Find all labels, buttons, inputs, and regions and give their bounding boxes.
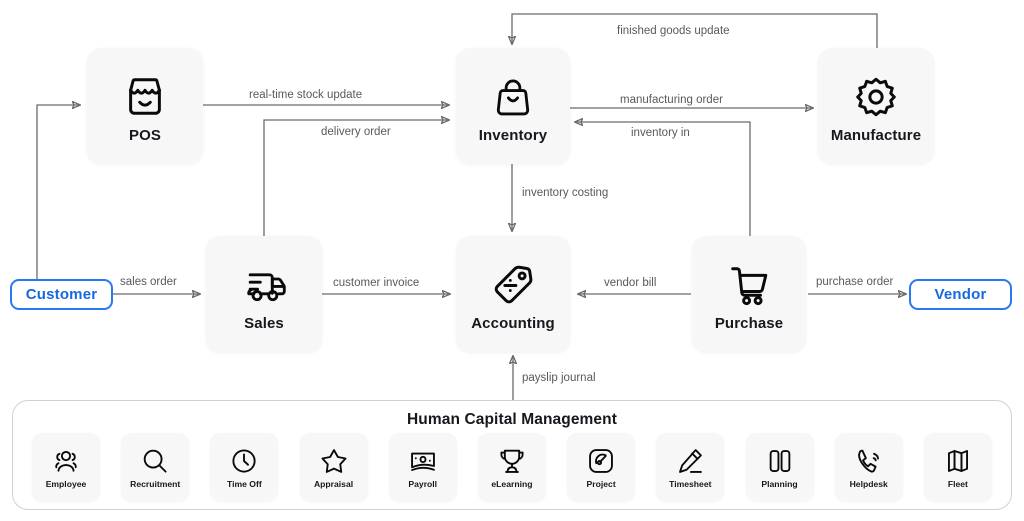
delivery-truck-icon <box>240 258 288 312</box>
edge-label-real-time-stock-update: real-time stock update <box>249 89 363 101</box>
hcm-tile-label-elearning: eLearning <box>491 479 533 490</box>
module-card-accounting[interactable]: Accounting <box>456 236 570 352</box>
hcm-tile-timesheet[interactable]: Timesheet <box>656 433 725 501</box>
module-label-pos: POS <box>129 126 161 144</box>
hcm-tile-employee[interactable]: Employee <box>32 433 100 501</box>
hcm-tile-fleet[interactable]: Fleet <box>923 433 992 501</box>
hcm-panel-title: Human Capital Management <box>407 411 617 428</box>
erp-flow-diagram: real-time stock update delivery order fi… <box>0 0 1024 521</box>
edge-label-delivery-order: delivery order <box>321 126 391 138</box>
storefront-icon <box>122 70 168 124</box>
banknote-icon <box>408 445 438 477</box>
actor-customer-label: Customer <box>25 286 98 303</box>
gauge-icon <box>586 445 616 477</box>
pause-bars-icon <box>765 445 795 477</box>
edge-label-inventory-in: inventory in <box>631 127 690 139</box>
actor-vendor-label: Vendor <box>934 286 987 303</box>
hcm-tile-planning[interactable]: Planning <box>745 433 814 501</box>
trophy-icon <box>497 445 527 477</box>
hcm-tile-label-recruitment: Recruitment <box>130 479 181 490</box>
hcm-tile-appraisal[interactable]: Appraisal <box>299 433 368 501</box>
hcm-tile-label-employee: Employee <box>45 479 87 490</box>
hcm-tile-elearning[interactable]: eLearning <box>477 433 546 501</box>
edge-label-customer-invoice: customer invoice <box>333 277 420 289</box>
magnifier-icon <box>140 445 170 477</box>
edge-label-inventory-costing: inventory costing <box>522 187 609 199</box>
edge-label-vendor-bill: vendor bill <box>604 277 657 289</box>
module-label-manufacture: Manufacture <box>830 126 922 144</box>
hcm-tile-label-planning: Planning <box>761 479 798 490</box>
hcm-tile-label-appraisal: Appraisal <box>313 479 354 490</box>
actor-customer[interactable]: Customer <box>10 279 113 310</box>
hcm-tile-payroll[interactable]: Payroll <box>388 433 457 501</box>
edge-label-payslip-journal: payslip journal <box>522 372 596 384</box>
hcm-tile-time-off[interactable]: Time Off <box>210 433 279 501</box>
hcm-tile-recruitment[interactable]: Recruitment <box>121 433 190 501</box>
hcm-tile-label-project: Project <box>586 479 616 490</box>
edge-label-purchase-order: purchase order <box>816 276 894 288</box>
hcm-tile-helpdesk[interactable]: Helpdesk <box>834 433 903 501</box>
actor-vendor[interactable]: Vendor <box>909 279 1012 310</box>
hcm-tile-label-helpdesk: Helpdesk <box>849 479 888 490</box>
hcm-tile-label-fleet: Fleet <box>947 479 968 490</box>
wire-customer-pos <box>36 105 80 279</box>
shopping-bag-icon <box>491 70 535 124</box>
edge-label-manufacturing-order: manufacturing order <box>620 94 723 106</box>
hcm-tile-label-timesheet: Timesheet <box>669 479 712 490</box>
shopping-cart-icon <box>726 258 772 312</box>
phone-ring-icon <box>854 445 884 477</box>
module-card-purchase[interactable]: Purchase <box>692 236 806 352</box>
edge-label-sales-order: sales order <box>120 276 177 288</box>
module-card-inventory[interactable]: Inventory <box>456 48 570 164</box>
price-tag-divide-icon <box>490 258 536 312</box>
edge-label-finished-goods-update: finished goods update <box>617 25 730 37</box>
module-card-pos[interactable]: POS <box>87 48 203 164</box>
hcm-panel: Human Capital Management Employee Recrui… <box>12 400 1012 510</box>
people-group-icon <box>51 445 81 477</box>
module-card-manufacture[interactable]: Manufacture <box>818 48 934 164</box>
hcm-tile-project[interactable]: Project <box>567 433 636 501</box>
hcm-tile-label-payroll: Payroll <box>408 479 438 490</box>
pencil-icon <box>675 445 705 477</box>
hcm-tile-label-time-off: Time Off <box>227 479 262 490</box>
module-label-inventory: Inventory <box>478 126 548 144</box>
gear-icon <box>853 70 899 124</box>
clock-icon <box>229 445 259 477</box>
folded-map-icon <box>943 445 973 477</box>
module-label-purchase: Purchase <box>714 314 784 332</box>
module-label-accounting: Accounting <box>471 314 555 332</box>
star-icon <box>319 445 349 477</box>
module-label-sales: Sales <box>244 314 284 332</box>
module-card-sales[interactable]: Sales <box>206 236 322 352</box>
hcm-tile-list: Employee Recruitment Time Off Appraisal … <box>32 433 992 501</box>
